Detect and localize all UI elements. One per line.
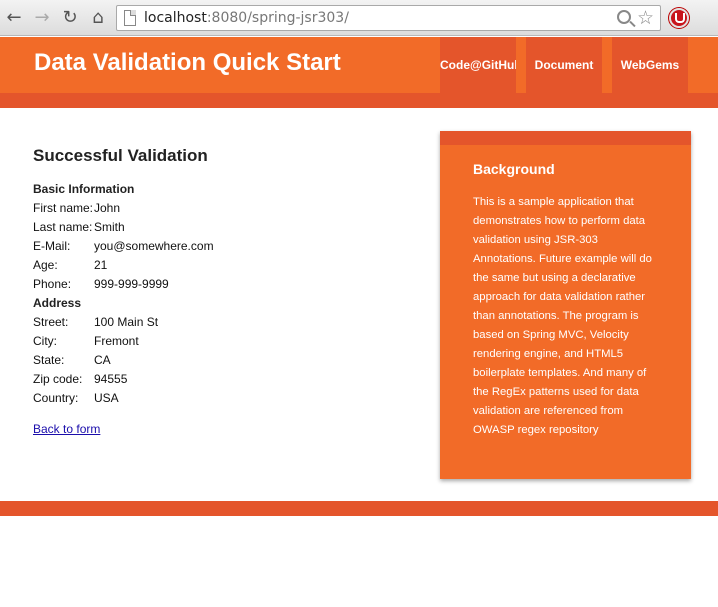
field-value: USA <box>94 391 119 405</box>
nav-document[interactable]: Document <box>526 37 602 93</box>
footer-band <box>0 501 718 516</box>
field-label: Age: <box>33 258 58 272</box>
url-host: localhost <box>144 10 207 26</box>
field-value: 21 <box>94 258 108 272</box>
url-path: :8080/spring-jsr303/ <box>206 10 349 26</box>
bookmark-star-icon[interactable]: ☆ <box>637 7 654 29</box>
page-title: Successful Validation <box>33 146 208 165</box>
field-label: Last name: <box>33 220 93 234</box>
nav-webgems[interactable]: WebGems <box>612 37 688 93</box>
panel-top-band <box>440 131 691 145</box>
address-heading: Address <box>33 296 82 310</box>
address-bar[interactable]: localhost:8080/spring-jsr303/ ☆ <box>116 5 661 31</box>
browser-toolbar: ← → ↻ ⌂ localhost:8080/spring-jsr303/ ☆ <box>0 0 718 36</box>
home-icon[interactable]: ⌂ <box>88 8 108 28</box>
panel-text: This is a sample application that demons… <box>473 196 652 436</box>
page-icon <box>124 10 136 26</box>
basic-info-heading: Basic Information <box>33 182 135 196</box>
field-label: Country: <box>33 391 79 405</box>
field-label: Phone: <box>33 277 72 291</box>
reload-icon[interactable]: ↻ <box>60 8 80 28</box>
field-value: 100 Main St <box>94 315 159 329</box>
nav-code-github[interactable]: Code@GitHub <box>440 37 516 93</box>
field-value: CA <box>94 353 111 367</box>
field-value: 94555 <box>94 372 128 386</box>
field-label: First name: <box>33 201 94 215</box>
field-label: Zip code: <box>33 372 83 386</box>
back-to-form-link[interactable]: Back to form <box>33 422 100 436</box>
header-band <box>0 93 718 108</box>
field-label: E-Mail: <box>33 239 71 253</box>
address-url[interactable]: localhost:8080/spring-jsr303/ <box>144 10 349 26</box>
field-value: John <box>94 201 121 215</box>
extension-icon[interactable] <box>669 8 689 28</box>
field-value: 999-999-9999 <box>94 277 169 291</box>
background-panel: Background This is a sample application … <box>440 131 691 479</box>
field-value: Smith <box>94 220 125 234</box>
panel-title: Background <box>473 161 555 177</box>
forward-arrow-icon[interactable]: → <box>32 8 52 28</box>
field-value: you@somewhere.com <box>94 239 214 253</box>
field-label: State: <box>33 353 65 367</box>
field-label: City: <box>33 334 57 348</box>
zoom-icon[interactable] <box>617 10 631 24</box>
site-title: Data Validation Quick Start <box>34 49 341 76</box>
back-arrow-icon[interactable]: ← <box>4 8 24 28</box>
field-value: Fremont <box>94 334 139 348</box>
field-label: Street: <box>33 315 69 329</box>
